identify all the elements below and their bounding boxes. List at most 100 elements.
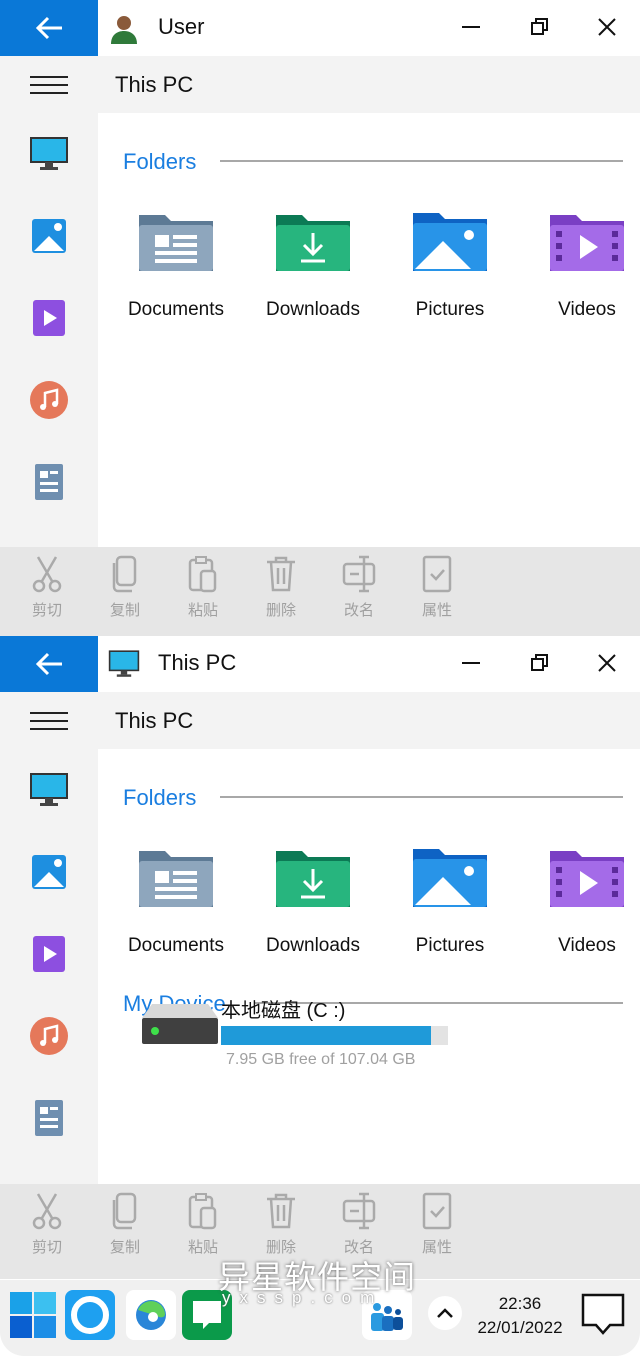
- folder-videos[interactable]: Videos: [522, 847, 640, 957]
- rename-icon: [329, 555, 389, 593]
- windows-start-icon[interactable]: [8, 1290, 58, 1340]
- toolbar-scissors-button[interactable]: 剪切: [17, 555, 77, 620]
- toolbar-trash-button[interactable]: 删除: [251, 555, 311, 620]
- toolbar-label: 复制: [109, 1239, 140, 1256]
- close-button[interactable]: [592, 12, 622, 42]
- drive-name[interactable]: 本地磁盘 (C :): [221, 994, 345, 1023]
- sidebar-item-music-icon[interactable]: [29, 380, 69, 420]
- sidebar: [0, 56, 98, 547]
- copy-icon: [95, 1192, 155, 1230]
- title-bar: User: [0, 0, 640, 56]
- folder-label: Downloads: [266, 935, 360, 956]
- toolbar-properties-button[interactable]: 属性: [407, 1192, 467, 1257]
- action-toolbar: 剪切 复制 粘贴 删除 改名 属性: [0, 547, 640, 636]
- edge-icon[interactable]: [126, 1290, 176, 1340]
- window: This PC This PC Folders Documents Downloads P…: [0, 636, 640, 1279]
- toolbar-copy-button[interactable]: 复制: [95, 555, 155, 620]
- folder-label: Downloads: [266, 299, 360, 320]
- folder-videos[interactable]: Videos: [522, 211, 640, 321]
- section-divider: [220, 796, 623, 798]
- sidebar-item-videos-icon[interactable]: [29, 298, 69, 338]
- cortana-icon[interactable]: [65, 1290, 115, 1340]
- toolbar-label: 复制: [109, 602, 140, 619]
- documents-folder-icon: [111, 847, 241, 909]
- toolbar-label: 改名: [343, 602, 374, 619]
- content-area: Folders Documents Downloads Pictures Videos M…: [98, 749, 640, 1184]
- monitor-icon: [108, 648, 140, 680]
- folder-downloads[interactable]: Downloads: [248, 211, 378, 321]
- location-header: This PC: [98, 692, 640, 749]
- sidebar-item-documents-icon[interactable]: [29, 462, 69, 502]
- watermark-url: yxssp.com: [222, 1288, 384, 1307]
- user-avatar-icon: [108, 12, 140, 44]
- toolbar-label: 删除: [265, 602, 296, 619]
- folder-label: Pictures: [415, 299, 485, 320]
- scissors-icon: [17, 1192, 77, 1230]
- section-divider: [220, 160, 623, 162]
- folder-documents[interactable]: Documents: [111, 847, 241, 957]
- restore-button[interactable]: [525, 12, 555, 42]
- minimize-button[interactable]: [456, 648, 486, 678]
- notification-icon[interactable]: [580, 1292, 626, 1343]
- hard-drive-icon[interactable]: [142, 1004, 218, 1049]
- scissors-icon: [17, 555, 77, 593]
- sidebar-item-pictures-icon[interactable]: [29, 852, 69, 892]
- show-hidden-icons-button[interactable]: [428, 1296, 462, 1330]
- location-header: This PC: [98, 56, 640, 113]
- videos-folder-icon: [522, 847, 640, 909]
- folder-documents[interactable]: Documents: [111, 211, 241, 321]
- toolbar-rename-button[interactable]: 改名: [329, 555, 389, 620]
- sidebar-item-videos-icon[interactable]: [29, 934, 69, 974]
- sidebar: [0, 692, 98, 1184]
- toolbar-rename-button[interactable]: 改名: [329, 1192, 389, 1257]
- downloads-folder-icon: [248, 847, 378, 909]
- copy-icon: [95, 555, 155, 593]
- window-title: User: [158, 14, 205, 39]
- date: 22/01/2022: [477, 1318, 563, 1337]
- close-button[interactable]: [592, 648, 622, 678]
- rename-icon: [329, 1192, 389, 1230]
- sidebar-item-monitor-icon[interactable]: [29, 770, 69, 810]
- paste-icon: [173, 1192, 233, 1230]
- restore-button[interactable]: [525, 648, 555, 678]
- toolbar-label: 剪切: [31, 602, 62, 619]
- videos-folder-icon: [522, 211, 640, 273]
- toolbar-scissors-button[interactable]: 剪切: [17, 1192, 77, 1257]
- clock[interactable]: 22:36 22/01/2022: [470, 1292, 570, 1340]
- back-button[interactable]: [0, 0, 98, 56]
- downloads-folder-icon: [248, 211, 378, 273]
- toolbar-trash-button[interactable]: 删除: [251, 1192, 311, 1257]
- sidebar-item-music-icon[interactable]: [29, 1016, 69, 1056]
- time: 22:36: [498, 1294, 542, 1313]
- pictures-folder-icon: [385, 847, 515, 909]
- toolbar-paste-button[interactable]: 粘贴: [173, 555, 233, 620]
- folder-label: Documents: [127, 935, 225, 956]
- drive-free-space: 7.95 GB free of 107.04 GB: [226, 1051, 416, 1068]
- toolbar-paste-button[interactable]: 粘贴: [173, 1192, 233, 1257]
- sidebar-item-pictures-icon[interactable]: [29, 216, 69, 256]
- toolbar-properties-button[interactable]: 属性: [407, 555, 467, 620]
- title-bar: This PC: [0, 636, 640, 692]
- folder-pictures[interactable]: Pictures: [385, 847, 515, 957]
- folder-label: Pictures: [415, 935, 485, 956]
- back-button[interactable]: [0, 636, 98, 692]
- menu-icon[interactable]: [30, 712, 68, 730]
- folder-label: Videos: [558, 299, 616, 320]
- sidebar-item-documents-icon[interactable]: [29, 1098, 69, 1138]
- trash-icon: [251, 555, 311, 593]
- window: User This PC Folders Documents Downloads Pict…: [0, 0, 640, 636]
- properties-icon: [407, 555, 467, 593]
- toolbar-copy-button[interactable]: 复制: [95, 1192, 155, 1257]
- properties-icon: [407, 1192, 467, 1230]
- toolbar-label: 粘贴: [187, 602, 218, 619]
- minimize-button[interactable]: [456, 12, 486, 42]
- sidebar-item-monitor-icon[interactable]: [29, 134, 69, 174]
- content-area: Folders Documents Downloads Pictures Videos: [98, 113, 640, 547]
- folder-downloads[interactable]: Downloads: [248, 847, 378, 957]
- folder-label: Documents: [127, 299, 225, 320]
- folder-pictures[interactable]: Pictures: [385, 211, 515, 321]
- menu-icon[interactable]: [30, 76, 68, 94]
- folder-label: Videos: [558, 935, 616, 956]
- trash-icon: [251, 1192, 311, 1230]
- window-title: This PC: [158, 650, 237, 675]
